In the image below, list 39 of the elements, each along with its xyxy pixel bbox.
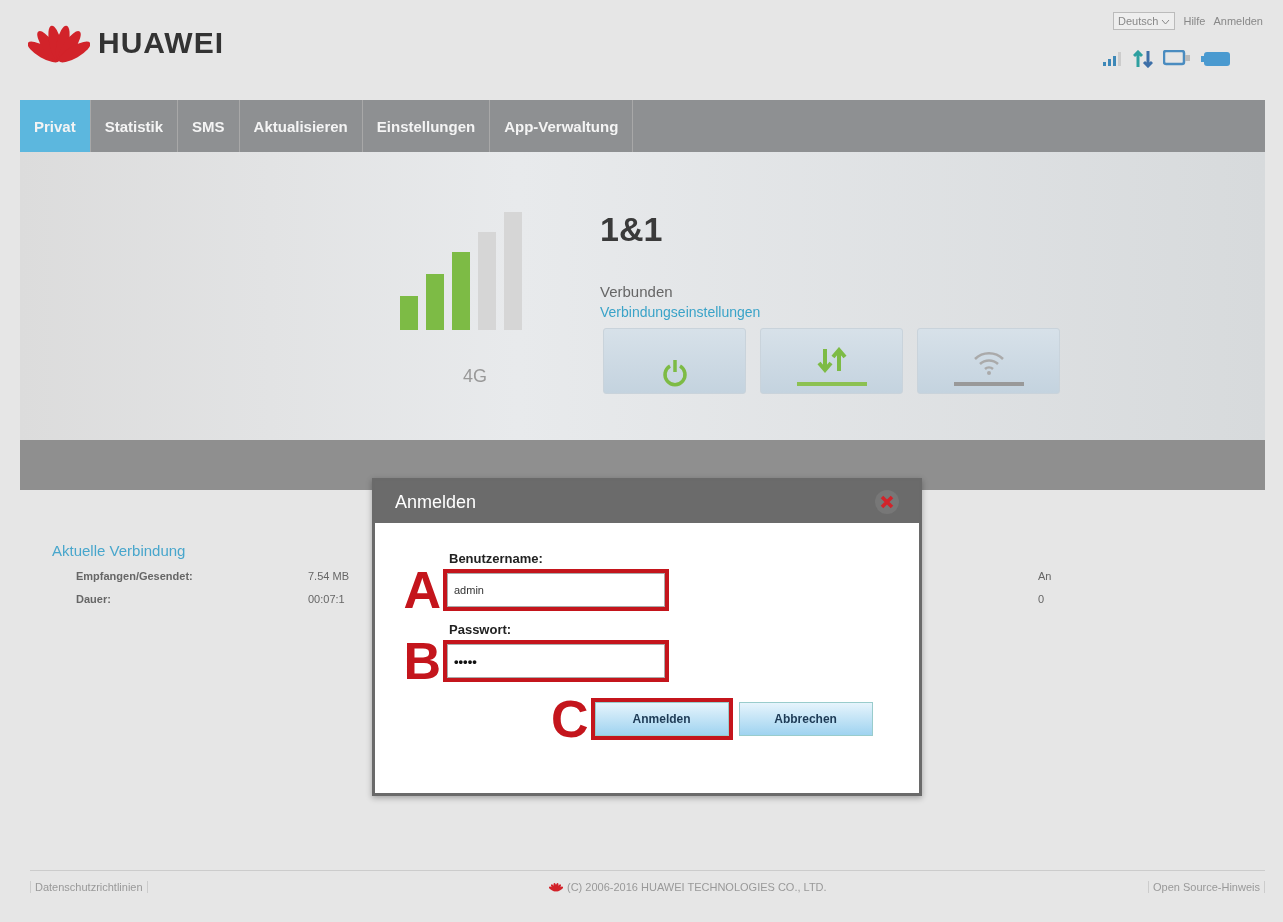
callout-letter: A bbox=[402, 564, 441, 616]
stat-value: An bbox=[1038, 570, 1052, 582]
callout-letter: C bbox=[551, 693, 589, 745]
field-label: Benutzername: bbox=[449, 551, 544, 566]
stat-label: Dauer: bbox=[76, 593, 112, 605]
battery-icon bbox=[1201, 51, 1231, 67]
copyright-text: (C) 2006-2016 HUAWEI TECHNOLOGIES CO., LTD. bbox=[567, 881, 827, 893]
header-link[interactable]: Hilfe bbox=[1183, 15, 1206, 27]
close-icon bbox=[879, 494, 895, 510]
stat-value: 7.54 MB bbox=[308, 570, 350, 582]
privacy-link[interactable]: Datenschutzrichtlinien bbox=[30, 881, 148, 893]
monitor-icon bbox=[1163, 50, 1191, 68]
header-link[interactable]: Anmelden bbox=[1213, 15, 1263, 27]
close-button[interactable] bbox=[875, 490, 899, 514]
brand-name: HUAWEI bbox=[98, 26, 224, 60]
stat-value: 00:07:1 bbox=[308, 593, 346, 605]
transfer-icon bbox=[1133, 50, 1153, 68]
wifi-toggle[interactable] bbox=[917, 328, 1060, 394]
section-title: Aktuelle Verbindung bbox=[52, 542, 186, 559]
nav-tab[interactable]: Privat bbox=[20, 100, 91, 152]
stat-value: 0 bbox=[1038, 593, 1045, 605]
network-type: 4G bbox=[463, 366, 487, 387]
signal-icon bbox=[1103, 52, 1123, 66]
settings-link[interactable]: Verbindungseinstellungen bbox=[600, 304, 761, 320]
language-select[interactable]: Deutsch bbox=[1113, 12, 1176, 30]
stat-label: Empfangen/Gesendet: bbox=[76, 570, 194, 582]
power-toggle[interactable] bbox=[603, 328, 746, 394]
power-icon bbox=[661, 359, 688, 387]
connection-status: Verbunden bbox=[600, 283, 673, 300]
data-toggle[interactable] bbox=[760, 328, 903, 394]
logo-icon bbox=[549, 882, 563, 892]
dialog-button[interactable]: Abbrechen bbox=[738, 702, 873, 736]
field-label: Passwort: bbox=[449, 622, 513, 637]
open-source-link[interactable]: Open Source-Hinweis bbox=[1148, 881, 1265, 893]
data-transfer-icon bbox=[796, 347, 867, 387]
dialog-title: Anmelden bbox=[395, 491, 477, 513]
caret-icon bbox=[1161, 19, 1171, 25]
callout-letter: B bbox=[402, 635, 441, 687]
provider-name: 1&1 bbox=[600, 210, 663, 249]
